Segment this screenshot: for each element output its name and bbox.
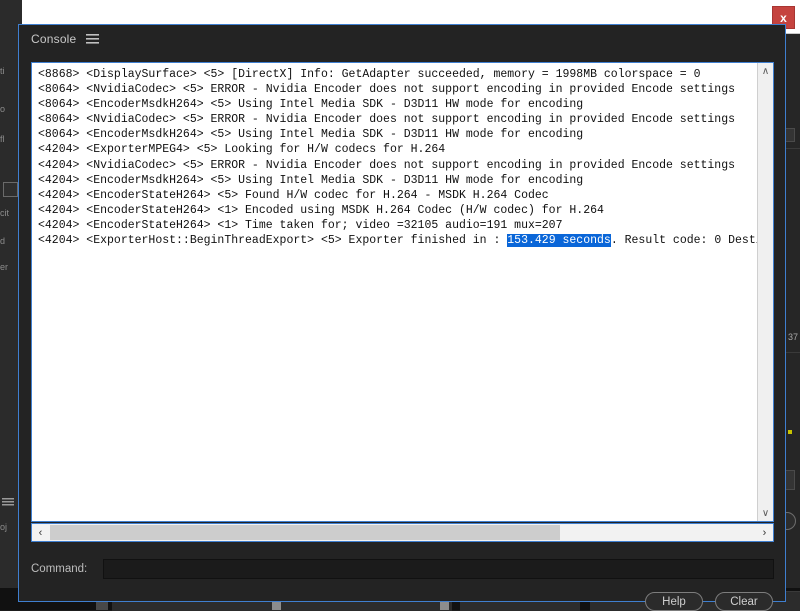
log-vertical-scrollbar[interactable]: ∧ ∨ xyxy=(757,63,773,521)
close-icon: x xyxy=(780,12,787,24)
log-line: <4204> <ExporterMPEG4> <5> Looking for H… xyxy=(38,142,766,157)
log-line: <4204> <ExporterHost::BeginThreadExport>… xyxy=(38,233,766,248)
log-line: <4204> <EncoderMsdkH264> <5> Using Intel… xyxy=(38,173,766,188)
background-right-fragment: 37 xyxy=(788,332,798,342)
log-line: <8064> <EncoderMsdkH264> <5> Using Intel… xyxy=(38,97,766,112)
console-log-text: <8868> <DisplaySurface> <5> [DirectX] In… xyxy=(38,67,766,248)
log-line: <8064> <NvidiaCodec> <5> ERROR - Nvidia … xyxy=(38,82,766,97)
chevron-down-icon[interactable]: ∨ xyxy=(758,505,773,521)
log-line: <8868> <DisplaySurface> <5> [DirectX] In… xyxy=(38,67,766,82)
clear-button[interactable]: Clear xyxy=(715,592,773,611)
command-row: Command: xyxy=(31,558,774,580)
command-input[interactable] xyxy=(103,559,774,579)
footer-buttons: Help Clear xyxy=(645,592,773,611)
log-line: <4204> <NvidiaCodec> <5> ERROR - Nvidia … xyxy=(38,158,766,173)
log-horizontal-scrollbar[interactable]: ‹ › xyxy=(31,523,774,542)
chevron-up-icon[interactable]: ∧ xyxy=(758,63,773,79)
chevron-right-icon[interactable]: › xyxy=(756,524,773,541)
help-button[interactable]: Help xyxy=(645,592,703,611)
command-label: Command: xyxy=(31,563,103,575)
log-line: <8064> <EncoderMsdkH264> <5> Using Intel… xyxy=(38,127,766,142)
log-line: <8064> <NvidiaCodec> <5> ERROR - Nvidia … xyxy=(38,112,766,127)
background-left-checkbox xyxy=(3,182,18,197)
console-log-pane[interactable]: <8868> <DisplaySurface> <5> [DirectX] In… xyxy=(31,62,774,522)
horizontal-scroll-thumb[interactable] xyxy=(50,525,560,540)
log-line: <4204> <EncoderStateH264> <5> Found H/W … xyxy=(38,188,766,203)
console-window: Console <8868> <DisplaySurface> <5> [Dir… xyxy=(18,24,786,602)
log-line: <4204> <EncoderStateH264> <1> Time taken… xyxy=(38,218,766,233)
chevron-left-icon[interactable]: ‹ xyxy=(32,524,49,541)
selected-text: 153.429 seconds xyxy=(507,234,611,247)
console-titlebar: Console xyxy=(19,25,785,53)
background-indicator-dot xyxy=(788,430,792,434)
log-line: <4204> <EncoderStateH264> <1> Encoded us… xyxy=(38,203,766,218)
console-title: Console xyxy=(31,32,76,46)
background-menu-icon xyxy=(2,498,14,506)
hamburger-menu-icon[interactable] xyxy=(86,34,99,44)
